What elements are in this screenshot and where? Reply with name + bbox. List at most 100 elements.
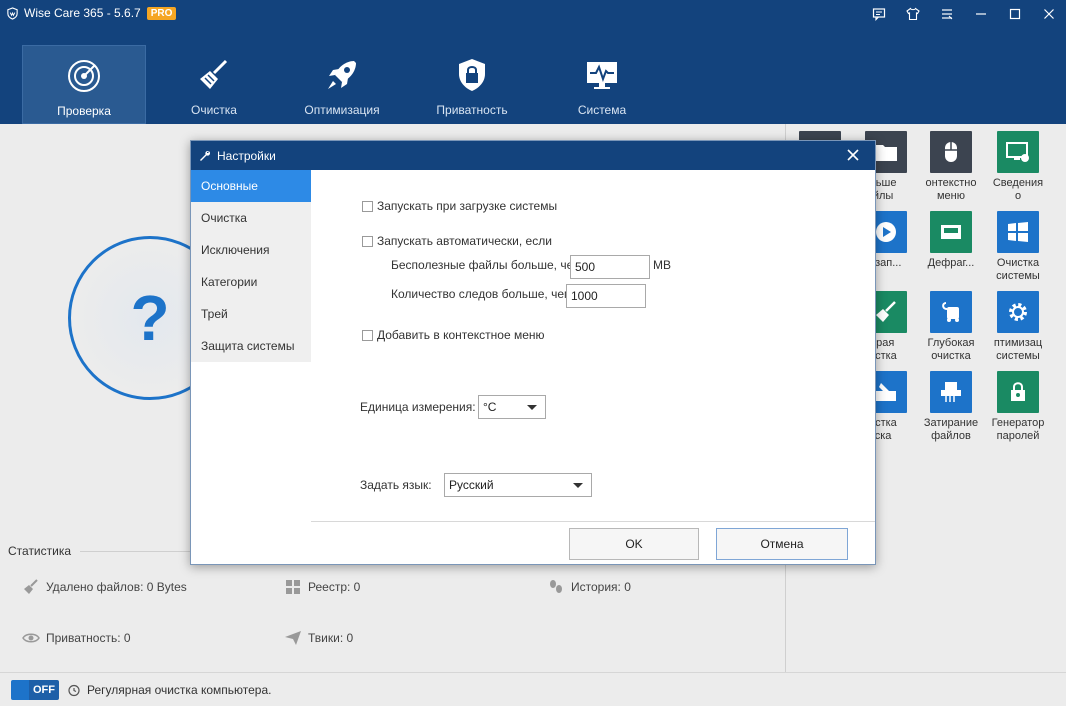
nav-tab-label: Оптимизация — [304, 103, 380, 117]
close-button[interactable] — [1032, 0, 1066, 28]
tool-tile-system-info[interactable]: Сведения о — [982, 131, 1054, 203]
broom-small-icon — [24, 579, 38, 594]
monitor-pulse-icon — [587, 62, 617, 89]
auto-run-checkbox[interactable]: Запускать автоматически, если — [362, 234, 552, 248]
gear-icon — [997, 291, 1039, 333]
lock-shield-icon — [459, 59, 485, 91]
stat-registry: Реестр: 0 — [284, 578, 360, 596]
settings-content: Запускать при загрузке системы Запускать… — [311, 170, 875, 564]
settings-dialog: Настройки Основные Очистка Исключения Ка… — [190, 140, 876, 565]
chevron-down-icon — [573, 483, 583, 488]
nav-tab-label: Очистка — [191, 103, 237, 117]
question-icon: ? — [130, 282, 170, 354]
radar-icon — [68, 60, 100, 92]
menu-icon — [942, 9, 953, 20]
stat-privacy: Приватность: 0 — [22, 629, 131, 647]
auto-clean-label[interactable]: Регулярная очистка компьютера. — [87, 683, 271, 697]
tool-tile-system-clean[interactable]: Очистка системы — [982, 211, 1054, 283]
tool-tile-deep-clean[interactable]: Глубокая очистка — [915, 291, 987, 363]
shredder-icon — [930, 371, 972, 413]
stats-divider — [80, 551, 200, 552]
feedback-button[interactable] — [862, 0, 896, 28]
nav-tab-check[interactable]: Проверка — [22, 45, 146, 124]
close-icon — [1044, 9, 1054, 19]
window-controls — [862, 0, 1066, 28]
nav-tab-clean[interactable]: Очистка — [152, 45, 276, 124]
tool-tile-password-gen[interactable]: Генератор паролей — [982, 371, 1054, 443]
skin-button[interactable] — [896, 0, 930, 28]
title-bar: Wise Care 365 - 5.6.7 PRO Проверка Очист — [0, 0, 1066, 124]
cancel-button[interactable]: Отмена — [716, 528, 848, 560]
nav-tab-privacy[interactable]: Приватность — [410, 45, 534, 124]
nav-tab-label: Проверка — [57, 104, 111, 118]
main-nav: Проверка Очистка Оптимизация Приватность… — [22, 45, 664, 124]
minimize-icon — [976, 13, 986, 15]
tshirt-icon — [906, 7, 920, 21]
maximize-icon — [1009, 8, 1021, 20]
menu-button[interactable] — [930, 0, 964, 28]
checkbox-box — [362, 235, 373, 247]
app-title: Wise Care 365 - 5.6.7 PRO — [6, 4, 177, 22]
settings-sidebar: Основные Очистка Исключения Категории Тр… — [191, 170, 311, 564]
dialog-title: Настройки — [217, 148, 276, 163]
dialog-close-icon[interactable] — [845, 147, 861, 163]
traces-input[interactable]: 1000 — [566, 284, 646, 308]
language-select[interactable]: Русский — [444, 473, 592, 497]
chat-icon — [872, 8, 886, 21]
stat-history: История: 0 — [547, 578, 631, 596]
app-logo-icon — [7, 6, 18, 20]
sidebar-item-general[interactable]: Основные — [191, 170, 311, 202]
minimize-button[interactable] — [964, 0, 998, 28]
app-title-text: Wise Care 365 - 5.6.7 — [24, 6, 141, 20]
junk-unit-label: MB — [653, 258, 671, 272]
nav-tab-label: Система — [577, 103, 627, 117]
unit-label: Единица измерения: — [360, 400, 476, 414]
eye-icon — [22, 633, 40, 643]
maximize-button[interactable] — [998, 0, 1032, 28]
tool-tile-file-shredder[interactable]: Затирание файлов — [915, 371, 987, 443]
wrench-icon — [200, 150, 211, 161]
alarm-clock-icon — [68, 684, 80, 696]
monitor-gear-icon — [997, 131, 1039, 173]
tool-tile-context-menu[interactable]: онтекстно меню — [915, 131, 987, 203]
ok-button[interactable]: OK — [569, 528, 699, 560]
sidebar-item-tray[interactable]: Трей — [191, 298, 311, 330]
sidebar-item-exclusions[interactable]: Исключения — [191, 234, 311, 266]
registry-icon — [286, 580, 300, 594]
password-icon — [997, 371, 1039, 413]
sidebar-item-categories[interactable]: Категории — [191, 266, 311, 298]
mouse-icon — [930, 131, 972, 173]
dialog-title-bar: Настройки — [191, 141, 875, 170]
paper-plane-icon — [285, 631, 301, 645]
unit-select[interactable]: °C — [478, 395, 546, 419]
stats-title: Статистика — [8, 544, 72, 558]
chevron-down-icon — [527, 405, 537, 410]
pro-badge: PRO — [146, 6, 177, 20]
sidebar-item-clean[interactable]: Очистка — [191, 202, 311, 234]
nav-tab-label: Приватность — [436, 103, 508, 117]
tool-tile-defrag[interactable]: Дефраг... — [915, 211, 987, 270]
junk-files-label: Бесполезные файлы больше, чем — [391, 258, 582, 272]
disk-icon — [930, 211, 972, 253]
auto-clean-toggle[interactable]: OFF — [11, 679, 59, 700]
nav-tab-system[interactable]: Система — [540, 45, 664, 124]
stat-tweaks: Твики: 0 — [284, 629, 353, 647]
junk-files-input[interactable]: 500 — [570, 255, 650, 279]
nav-tab-optimize[interactable]: Оптимизация — [280, 45, 404, 124]
broom-icon — [200, 59, 228, 89]
footprints-icon — [550, 580, 562, 593]
language-label: Задать язык: — [360, 478, 432, 492]
dialog-footer: OK Отмена — [311, 521, 875, 564]
sidebar-item-system-protection[interactable]: Защита системы — [191, 330, 311, 362]
rocket-icon — [328, 61, 356, 89]
tool-tile-system-optimize[interactable]: птимизац системы — [982, 291, 1054, 363]
checkbox-box — [362, 200, 373, 212]
vacuum-icon — [930, 291, 972, 333]
stat-deleted: Удалено файлов: 0 Bytes — [22, 578, 187, 596]
status-bar: OFF Регулярная очистка компьютера. — [0, 672, 1066, 706]
startup-checkbox[interactable]: Запускать при загрузке системы — [362, 199, 557, 213]
windows-icon — [997, 211, 1039, 253]
traces-label: Количество следов больше, чем — [391, 287, 573, 301]
checkbox-box — [362, 329, 373, 341]
context-menu-checkbox[interactable]: Добавить в контекстное меню — [362, 328, 545, 342]
